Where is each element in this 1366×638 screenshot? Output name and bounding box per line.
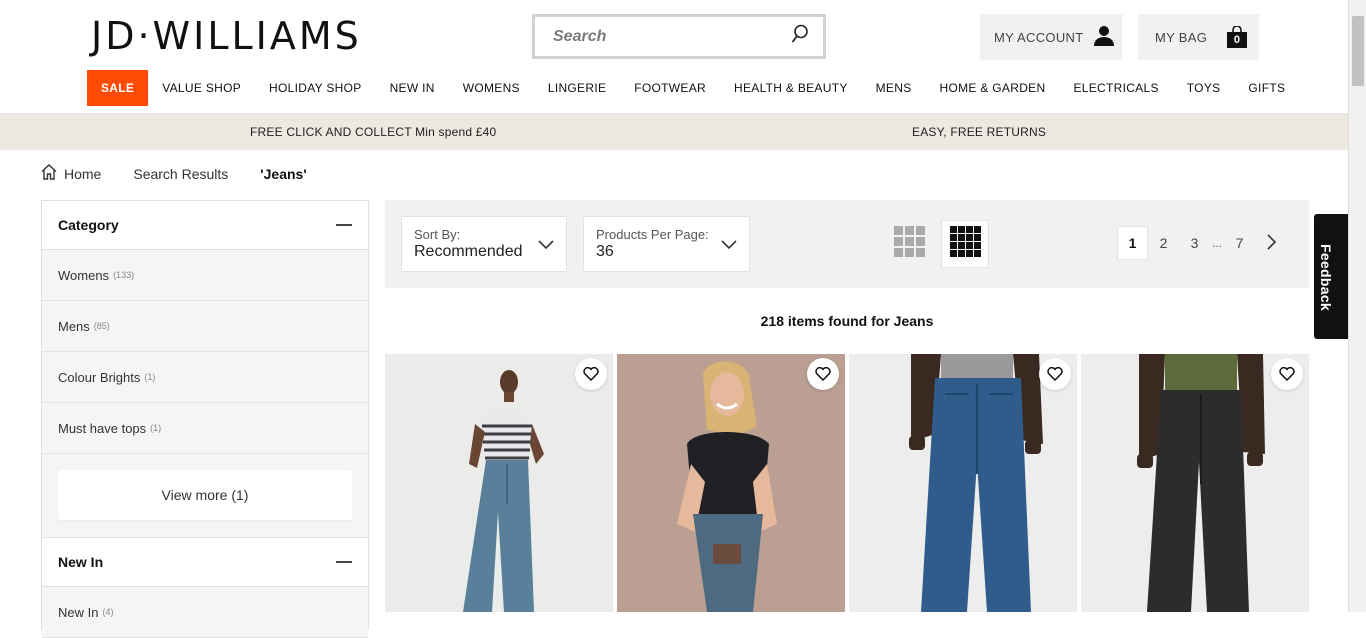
bag-count: 0 — [1227, 32, 1248, 48]
facet-new-in-header[interactable]: New In — [42, 538, 368, 587]
wishlist-heart-button[interactable] — [1271, 358, 1303, 390]
user-icon — [1093, 25, 1115, 50]
sort-by-value: Recommended — [414, 243, 523, 260]
facet-option-label: Must have tops — [58, 420, 147, 436]
per-page-value: 36 — [596, 243, 614, 260]
site-header: JD·WILLIAMS MY ACCOUNT MY BAG 0 SALE VAL… — [0, 0, 1348, 114]
page-1[interactable]: 1 — [1117, 226, 1148, 260]
nav-item-holiday-shop[interactable]: HOLIDAY SHOP — [255, 70, 376, 106]
facet-option-count: (1) — [144, 372, 156, 382]
nav-item-sale[interactable]: SALE — [87, 70, 149, 106]
promo-bar: FREE CLICK AND COLLECT Min spend £40 EAS… — [0, 114, 1348, 150]
nav-item-footwear[interactable]: FOOTWEAR — [620, 70, 720, 106]
page-scrollbar[interactable] — [1348, 0, 1366, 612]
wishlist-heart-button[interactable] — [807, 358, 839, 390]
facet-option-count: (1) — [150, 423, 162, 433]
product-image[interactable] — [1081, 354, 1309, 612]
facet-option[interactable]: Mens (85) — [42, 301, 368, 352]
nav-item-mens[interactable]: MENS — [862, 70, 926, 106]
facet-category-header[interactable]: Category — [42, 201, 368, 250]
product-image[interactable] — [849, 354, 1077, 612]
page-3[interactable]: 3 — [1179, 226, 1210, 260]
main-nav: SALE VALUE SHOP HOLIDAY SHOP NEW IN WOME… — [87, 70, 1299, 106]
facet-option-label: Womens — [58, 267, 110, 283]
my-account-button[interactable]: MY ACCOUNT — [980, 14, 1122, 60]
products-per-page-select[interactable]: Products Per Page: 36 — [583, 216, 750, 272]
grid-4x4-icon — [949, 226, 981, 262]
sort-by-label: Sort By: — [414, 227, 461, 242]
product-image[interactable] — [385, 354, 613, 612]
breadcrumb-search-results[interactable]: Search Results — [133, 166, 228, 182]
nav-item-womens[interactable]: WOMENS — [449, 70, 534, 106]
view-more-container: View more (1) — [42, 454, 368, 538]
grid-view-large-button[interactable] — [885, 220, 933, 268]
product-image[interactable] — [617, 354, 845, 612]
home-icon — [40, 163, 58, 184]
product-card[interactable] — [1081, 354, 1309, 612]
product-card[interactable] — [849, 354, 1077, 612]
pagination: 1 2 3 ... 7 — [1117, 226, 1286, 260]
product-card[interactable] — [385, 354, 613, 612]
my-bag-button[interactable]: MY BAG 0 — [1138, 14, 1259, 60]
page-7[interactable]: 7 — [1224, 226, 1255, 260]
feedback-label: Feedback — [1318, 244, 1334, 311]
nav-item-value-shop[interactable]: VALUE SHOP — [148, 70, 255, 106]
facet-category-title: Category — [58, 217, 119, 233]
nav-item-health-beauty[interactable]: HEALTH & BEAUTY — [720, 70, 862, 106]
collapse-icon[interactable] — [336, 224, 352, 226]
search-icon[interactable] — [791, 24, 809, 49]
facet-option[interactable]: New In (4) — [42, 587, 368, 638]
page-2[interactable]: 2 — [1148, 226, 1179, 260]
wishlist-heart-button[interactable] — [575, 358, 607, 390]
chevron-down-icon — [538, 237, 554, 255]
nav-item-electricals[interactable]: ELECTRICALS — [1059, 70, 1172, 106]
chevron-down-icon — [721, 237, 737, 255]
my-account-label: MY ACCOUNT — [994, 29, 1084, 45]
my-bag-label: MY BAG — [1155, 29, 1208, 45]
facet-option-label: Mens — [58, 318, 90, 334]
facet-option[interactable]: Colour Brights (1) — [42, 352, 368, 403]
grid-3x3-icon — [893, 226, 925, 262]
nav-item-toys[interactable]: TOYS — [1173, 70, 1235, 106]
results-count: 218 items found for Jeans — [760, 313, 934, 329]
breadcrumb-home-label: Home — [64, 165, 102, 182]
facet-option-count: (133) — [113, 270, 135, 280]
collapse-icon[interactable] — [336, 561, 352, 563]
nav-item-new-in[interactable]: NEW IN — [376, 70, 449, 106]
nav-item-gifts[interactable]: GIFTS — [1234, 70, 1299, 106]
next-page-button[interactable] — [1255, 226, 1286, 260]
search-box[interactable] — [532, 14, 826, 59]
breadcrumb: Home Search Results 'Jeans' — [40, 163, 339, 184]
product-grid — [385, 354, 1309, 612]
facet-option-label: Colour Brights — [58, 369, 141, 385]
nav-item-lingerie[interactable]: LINGERIE — [534, 70, 620, 106]
promo-free-returns[interactable]: EASY, FREE RETURNS — [912, 125, 1046, 139]
facet-new-in-title: New In — [58, 554, 104, 570]
search-input[interactable] — [553, 27, 791, 46]
logo[interactable]: JD·WILLIAMS — [91, 14, 362, 58]
view-more-button[interactable]: View more (1) — [58, 470, 352, 520]
facet-option-count: (4) — [102, 607, 114, 617]
sort-by-select[interactable]: Sort By: Recommended — [401, 216, 567, 272]
results-toolbar: Sort By: Recommended Products Per Page: … — [385, 200, 1309, 288]
breadcrumb-home[interactable]: Home — [40, 163, 101, 184]
grid-view-small-button[interactable] — [941, 220, 989, 268]
filter-sidebar: Category Womens (133) Mens (85) Colour B… — [41, 200, 369, 638]
per-page-label: Products Per Page: — [596, 227, 709, 242]
facet-option[interactable]: Must have tops (1) — [42, 403, 368, 454]
scrollbar-thumb[interactable] — [1352, 16, 1364, 86]
facet-option-count: (85) — [93, 321, 110, 331]
feedback-tab[interactable]: Feedback — [1314, 214, 1349, 339]
facet-option-label: New In — [58, 604, 99, 620]
chevron-right-icon — [1266, 233, 1276, 253]
wishlist-heart-button[interactable] — [1039, 358, 1071, 390]
promo-click-collect[interactable]: FREE CLICK AND COLLECT Min spend £40 — [250, 125, 496, 139]
product-card[interactable] — [617, 354, 845, 612]
nav-item-home-garden[interactable]: HOME & GARDEN — [926, 70, 1060, 106]
breadcrumb-current: 'Jeans' — [260, 165, 307, 182]
bag-icon: 0 — [1227, 26, 1248, 48]
facet-option[interactable]: Womens (133) — [42, 250, 368, 301]
pagination-ellipsis: ... — [1211, 236, 1222, 250]
